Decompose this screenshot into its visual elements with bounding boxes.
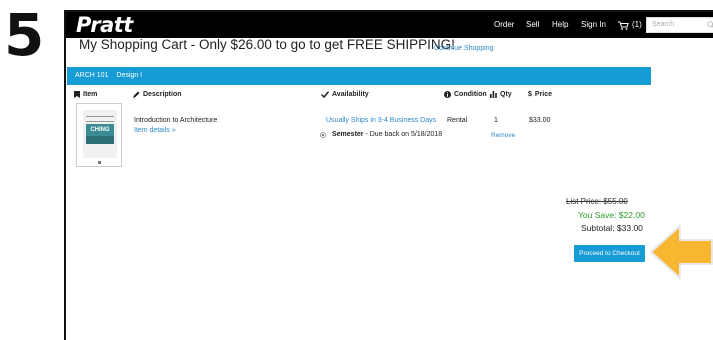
nav-sell-link[interactable]: Sell	[526, 12, 539, 38]
book-cover-title: CHING	[86, 124, 114, 136]
left-arrow-icon	[650, 225, 713, 279]
column-header-item: Item	[74, 91, 97, 98]
checkmark-icon	[321, 91, 329, 98]
list-price: List Price: $55.00	[566, 197, 628, 206]
item-price: $33.00	[529, 117, 551, 124]
column-header-availability-label: Availability	[332, 91, 369, 98]
cart-count: (1)	[632, 20, 642, 29]
column-header-condition: Condition	[444, 91, 487, 98]
search-placeholder: Search	[652, 21, 675, 28]
column-header-qty-label: Qty	[500, 91, 512, 98]
pratt-logo[interactable]: Pratt	[76, 12, 133, 38]
browser-page: Pratt Order Sell Help Sign In (1) Search	[64, 10, 713, 340]
availability-text[interactable]: Usually Ships in 3-4 Business Days	[326, 117, 436, 124]
book-cover-thumbnail[interactable]: CHING	[76, 103, 122, 167]
column-header-price: $ Price	[528, 91, 552, 98]
pencil-icon	[133, 91, 140, 98]
nav-sign-in-link[interactable]: Sign In	[581, 12, 606, 38]
column-header-item-label: Item	[83, 91, 98, 98]
subtotal: Subtotal: $33.00	[581, 223, 643, 233]
column-header-description-label: Description	[143, 91, 182, 98]
bar-chart-icon	[490, 91, 497, 98]
bookmark-icon	[74, 91, 80, 98]
search-input[interactable]: Search	[646, 17, 713, 33]
course-name: Design I	[116, 72, 143, 79]
column-header-qty: Qty	[490, 91, 512, 98]
step-number: 5	[4, 1, 44, 69]
column-header-availability: Availability	[321, 91, 369, 98]
item-condition: Rental	[447, 117, 468, 124]
page-title: My Shopping Cart - Only $26.00 to go to …	[79, 37, 455, 52]
nav-order-link[interactable]: Order	[494, 12, 514, 38]
column-header-price-label: Price	[534, 91, 553, 98]
rental-term-text: Semester - Due back on 5/18/2018	[332, 131, 442, 138]
book-cover-publisher-mark	[98, 161, 101, 164]
cart-icon	[618, 21, 629, 30]
book-cover-rule	[86, 116, 114, 122]
item-details-link[interactable]: Item details »	[134, 127, 176, 134]
you-save-amount: You Save: $22.00	[578, 210, 645, 220]
course-code: ARCH 101	[75, 72, 109, 79]
book-cover-band	[86, 136, 114, 144]
search-icon[interactable]	[707, 21, 713, 29]
item-qty: 1	[494, 117, 498, 124]
dollar-icon: $	[528, 91, 532, 98]
info-icon	[444, 91, 451, 98]
item-title: Introduction to Architecture	[134, 117, 218, 124]
proceed-to-checkout-button[interactable]: Proceed to Checkout	[574, 245, 645, 262]
top-navigation-bar: Pratt Order Sell Help Sign In (1) Search	[66, 12, 713, 38]
rental-term-due: - Due back on 5/18/2018	[363, 131, 443, 138]
column-header-description: Description	[133, 91, 182, 98]
nav-cart-link[interactable]: (1)	[618, 12, 642, 38]
rental-term-label: Semester	[332, 131, 364, 138]
remove-item-link[interactable]: Remove	[491, 132, 515, 139]
course-header-bar: ARCH 101 Design I	[67, 67, 651, 85]
rental-term-radio[interactable]	[320, 131, 326, 138]
column-header-condition-label: Condition	[454, 91, 487, 98]
continue-shopping-link[interactable]: Continue Shopping	[434, 45, 494, 52]
rental-term-option[interactable]: Semester - Due back on 5/18/2018	[320, 131, 442, 138]
nav-help-link[interactable]: Help	[552, 12, 568, 38]
